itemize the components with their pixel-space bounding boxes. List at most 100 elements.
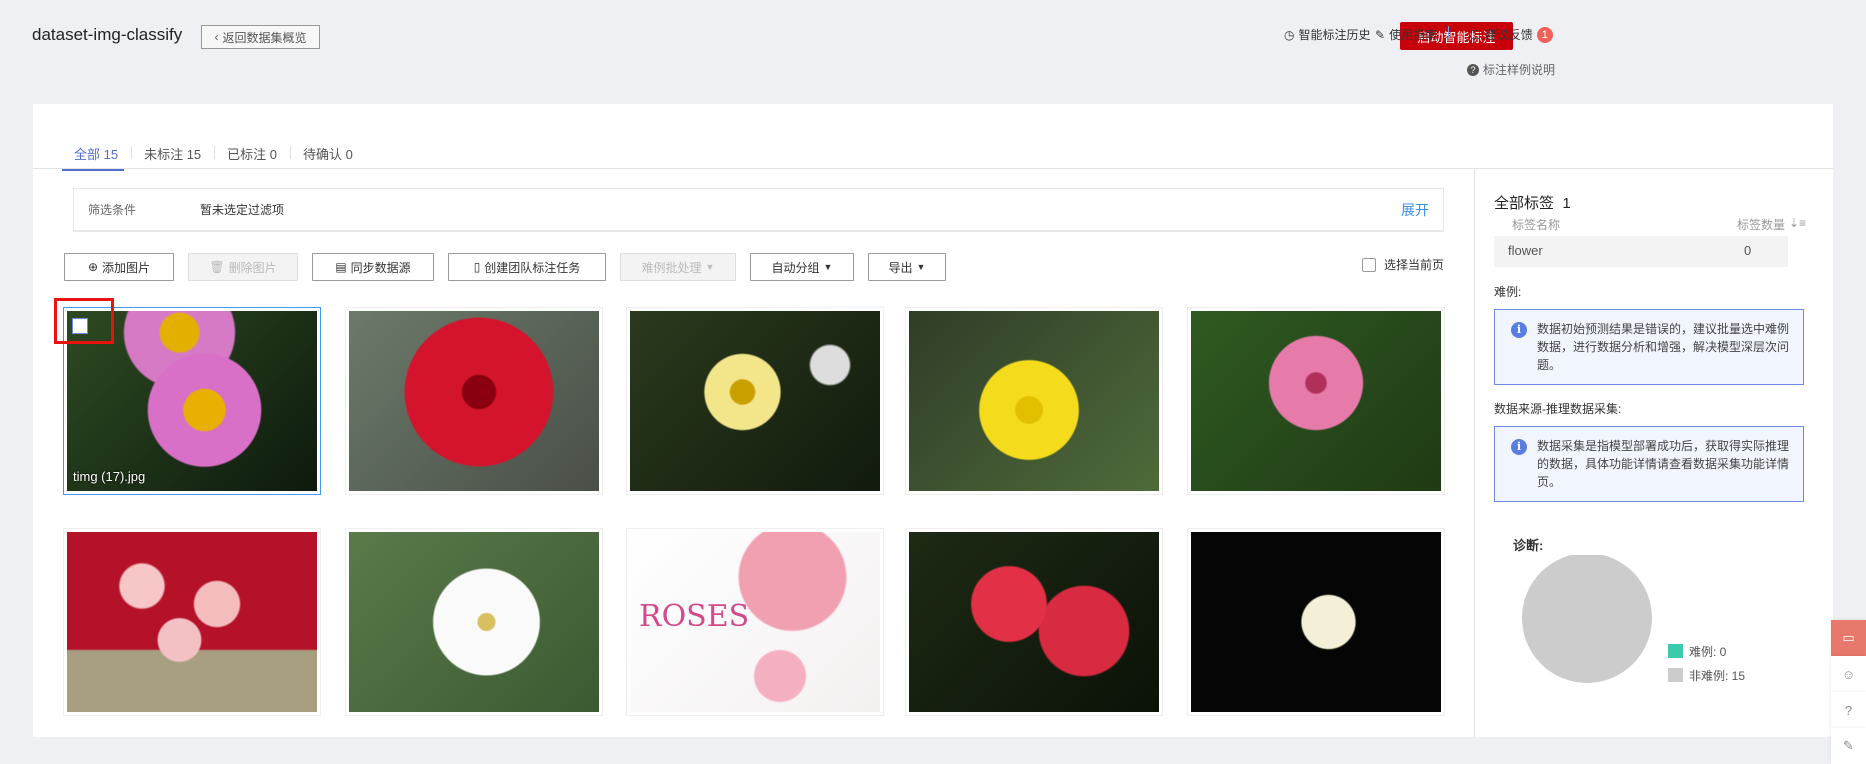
history-link[interactable]: ◷ 智能标注历史 (1284, 26, 1371, 43)
divider (1448, 26, 1449, 38)
filter-label: 筛选条件 (88, 203, 137, 217)
hard-info-text: 数据初始预测结果是错误的，建议批量选中难例数据，进行数据分析和增强，解决模型深层… (1537, 322, 1790, 372)
dataset-title: dataset-img-classify (32, 25, 183, 44)
tab-pending[interactable]: 待确认 0 (290, 144, 367, 171)
hard-case-info: i 数据初始预测结果是错误的，建议批量选中难例数据，进行数据分析和增强，解决模型深… (1494, 309, 1804, 385)
tab-all[interactable]: 全部 15 (62, 144, 132, 171)
history-label: 智能标注历史 (1298, 28, 1371, 42)
chat-icon: ▭ (1842, 630, 1855, 645)
filter-panel: 筛选条件 暂未选定过滤项 展开 (73, 188, 1444, 232)
image-card[interactable] (345, 528, 603, 716)
hard-case-title: 难例: (1494, 285, 1522, 299)
source-info-text: 数据采集是指模型部署成功后，获取得实际推理的数据，具体功能详情请查看数据采集功能… (1537, 439, 1790, 489)
edit-icon: ✎ (1843, 738, 1854, 753)
clock-icon: ◷ (1284, 27, 1295, 42)
all-labels-title: 全部标签 1 (1494, 192, 1571, 213)
data-source-title: 数据来源-推理数据采集: (1494, 402, 1622, 416)
col-label-name: 标签名称 (1512, 218, 1561, 232)
divider (1474, 168, 1475, 737)
hard-case-batch-dropdown[interactable]: 难例批处理 ▼ (620, 253, 736, 281)
delete-label: 删除图片 (228, 260, 277, 275)
edit-doc-icon: ✎ (1375, 27, 1386, 42)
labels-title: 全部标签 (1494, 195, 1555, 212)
smiley-button[interactable]: ☺ (1831, 656, 1866, 692)
question-icon: ? (1467, 63, 1479, 76)
image-card[interactable] (905, 528, 1163, 716)
divider (33, 168, 1833, 169)
feedback-badge: 1 (1536, 26, 1553, 43)
smiley-icon: ☺ (1841, 666, 1856, 682)
label-name: flower (1508, 243, 1543, 258)
data-source-info: i 数据采集是指模型部署成功后，获取得实际推理的数据，具体功能详情请查看数据采集功… (1494, 426, 1804, 502)
sort-icon: ⇣≡ (1789, 216, 1807, 230)
image-card[interactable] (63, 528, 321, 716)
tab-labeled[interactable]: 已标注 0 (214, 144, 291, 171)
tab-bar: 全部 15 未标注 15 已标注 0 待确认 0 (62, 144, 367, 171)
legend-swatch (1668, 644, 1683, 658)
labels-count: 1 (1562, 195, 1571, 212)
diagnosis-title: 诊断: (1513, 538, 1544, 553)
caret-down-icon: ▼ (823, 262, 833, 272)
label-example-help-link[interactable]: ? 标注样例说明 (1467, 61, 1555, 78)
trash-icon: 🗑 (209, 260, 225, 274)
col-label-count[interactable]: 标签数量 ⇣≡ (1737, 216, 1806, 233)
legend-swatch (1668, 668, 1683, 682)
tab-unlabeled[interactable]: 未标注 15 (131, 144, 215, 171)
export-dropdown[interactable]: 导出 ▼ (868, 253, 946, 281)
filter-value: 暂未选定过滤项 (200, 203, 285, 217)
col-count-label: 标签数量 (1737, 218, 1786, 232)
image-filename: timg (17).jpg (73, 469, 146, 484)
image-card[interactable] (626, 307, 884, 495)
legend-item: 难例: 0 (1668, 639, 1745, 663)
add-label: 添加图片 (102, 260, 151, 275)
plus-circle-icon: ⊕ (87, 260, 99, 274)
image-card[interactable]: ROSES (626, 528, 884, 716)
info-icon: i (1511, 322, 1527, 338)
question-icon: ? (1844, 702, 1853, 718)
legend-item: 非难例: 15 (1668, 663, 1745, 687)
image-card[interactable] (905, 307, 1163, 495)
group-label: 自动分组 (771, 260, 820, 275)
image-card[interactable] (1187, 528, 1445, 716)
export-label: 导出 (888, 260, 913, 275)
highlight-box (54, 298, 114, 344)
checkbox[interactable] (1362, 257, 1376, 272)
help-label: 标注样例说明 (1483, 63, 1556, 77)
guide-label: 使用指南 (1389, 28, 1438, 42)
doc-add-icon: ▯ (473, 260, 481, 274)
back-to-overview-button[interactable]: ‹ 返回数据集概览 (201, 25, 320, 49)
chat-button[interactable]: ▭ (1831, 620, 1866, 656)
guide-link[interactable]: ✎ 使用指南 (1375, 26, 1437, 43)
add-image-button[interactable]: ⊕ 添加图片 (64, 253, 174, 281)
hard-label: 难例批处理 (641, 260, 702, 275)
help-button[interactable]: ? (1831, 692, 1866, 728)
pie-legend: 难例: 0 非难例: 15 (1668, 639, 1745, 687)
roses-image-text: ROSES (639, 599, 750, 634)
info-icon: i (1511, 439, 1527, 455)
team-label: 创建团队标注任务 (484, 260, 581, 275)
label-row[interactable]: flower 0 (1494, 236, 1788, 267)
create-team-task-button[interactable]: ▯ 创建团队标注任务 (448, 253, 606, 281)
auto-group-dropdown[interactable]: 自动分组 ▼ (750, 253, 854, 281)
edit-button[interactable]: ✎ (1831, 728, 1866, 764)
sync-datasource-button[interactable]: ▤ 同步数据源 (312, 253, 434, 281)
expand-link[interactable]: 展开 (1401, 200, 1429, 220)
caret-down-icon: ▼ (705, 262, 715, 272)
legend-label: 非难例: 15 (1689, 668, 1746, 683)
external-edit-icon: ☐ (1470, 27, 1481, 42)
caret-down-icon: ▼ (916, 262, 926, 272)
pie-slice-1 (1522, 555, 1652, 683)
delete-image-button[interactable]: 🗑 删除图片 (188, 253, 298, 281)
label-count: 0 (1744, 243, 1752, 258)
select-page-label: 选择当前页 (1384, 258, 1445, 272)
image-card[interactable] (1187, 307, 1445, 495)
feedback-label: 建议反馈 (1484, 28, 1533, 42)
select-page-checkbox[interactable]: 选择当前页 (1362, 256, 1444, 273)
chevron-left-icon: ‹ (214, 30, 219, 44)
feedback-link[interactable]: ☐ 建议反馈 1 (1470, 26, 1553, 43)
sync-label: 同步数据源 (350, 260, 411, 275)
doc-sync-icon: ▤ (335, 260, 347, 274)
legend-label: 难例: 0 (1689, 644, 1727, 659)
image-card[interactable] (345, 307, 603, 495)
back-label: 返回数据集概览 (222, 30, 307, 45)
